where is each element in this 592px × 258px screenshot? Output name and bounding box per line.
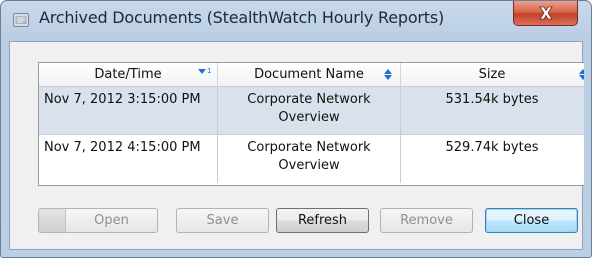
table-header: Date/Time 1 Document Name Size: [39, 63, 584, 87]
column-header-label: Document Name: [254, 67, 364, 82]
close-icon: [538, 6, 553, 20]
document-archive-icon: [13, 12, 29, 27]
sort-unsorted-icon: [579, 69, 584, 80]
column-header-document-name[interactable]: Document Name: [218, 63, 401, 86]
svg-text:1: 1: [207, 67, 211, 75]
documents-table: Date/Time 1 Document Name Size Nov 7, 20…: [38, 62, 584, 186]
save-button[interactable]: Save: [176, 208, 269, 233]
column-header-size[interactable]: Size: [401, 63, 584, 86]
cell-datetime: Nov 7, 2012 3:15:00 PM: [39, 87, 218, 135]
column-header-label: Size: [478, 67, 506, 82]
remove-button[interactable]: Remove: [380, 208, 473, 233]
cell-size: 531.54k bytes: [445, 92, 539, 107]
open-button[interactable]: Open: [65, 208, 158, 233]
window-title: Archived Documents (StealthWatch Hourly …: [39, 8, 445, 27]
dialog-content: Date/Time 1 Document Name Size Nov 7, 20…: [9, 41, 584, 250]
button-bar-grip: [38, 208, 66, 233]
column-header-datetime[interactable]: Date/Time 1: [39, 63, 218, 86]
window-close-button[interactable]: [513, 1, 578, 26]
close-button[interactable]: Close: [485, 208, 578, 233]
title-bar[interactable]: Archived Documents (StealthWatch Hourly …: [1, 1, 591, 41]
cell-size: 529.74k bytes: [445, 140, 539, 155]
cell-document-name: Corporate Network Overview: [218, 87, 401, 135]
cell-datetime: Nov 7, 2012 4:15:00 PM: [39, 135, 218, 183]
column-header-label: Date/Time: [94, 67, 162, 82]
sort-descending-icon: 1: [198, 67, 211, 75]
refresh-button[interactable]: Refresh: [276, 208, 369, 233]
cell-document-name: Corporate Network Overview: [218, 135, 401, 183]
archived-documents-dialog: Archived Documents (StealthWatch Hourly …: [0, 0, 592, 258]
sort-unsorted-icon: [384, 69, 392, 80]
table-row[interactable]: Nov 7, 2012 3:15:00 PM Corporate Network…: [39, 87, 584, 135]
table-row[interactable]: Nov 7, 2012 4:15:00 PM Corporate Network…: [39, 135, 584, 183]
